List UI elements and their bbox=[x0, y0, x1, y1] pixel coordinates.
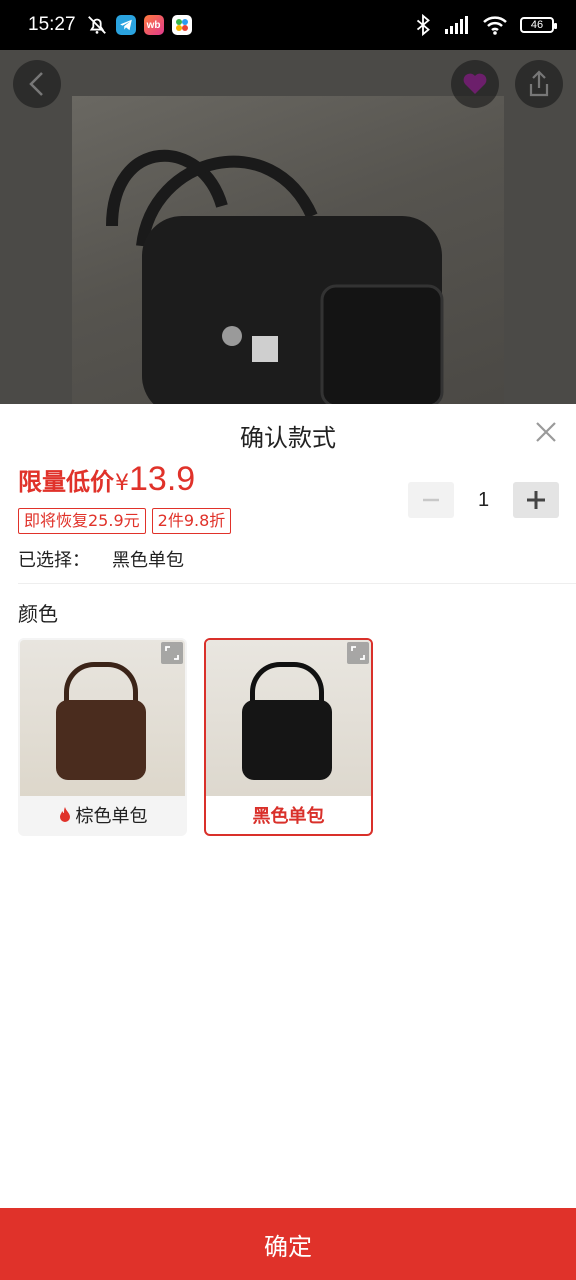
heart-icon bbox=[463, 73, 487, 94]
share-icon bbox=[529, 70, 549, 97]
plus-icon bbox=[527, 491, 545, 509]
selected-prefix: 已选择： bbox=[18, 550, 90, 571]
promo-tag: 2件9.8折 bbox=[151, 508, 232, 534]
option-label: 棕色单包 bbox=[20, 796, 185, 834]
status-notification-icons: wb bbox=[86, 14, 192, 36]
chevron-left-icon bbox=[29, 72, 43, 96]
promo-tag: 即将恢复25.9元 bbox=[18, 508, 146, 534]
price-label: 限量低价 bbox=[18, 468, 114, 496]
minus-icon bbox=[423, 498, 439, 502]
back-button[interactable] bbox=[13, 60, 61, 108]
selected-summary: 已选择： 黑色单包 bbox=[18, 546, 184, 572]
decrease-button[interactable] bbox=[408, 482, 454, 518]
wifi-icon bbox=[483, 16, 507, 35]
color-option-black[interactable]: 黑色单包 bbox=[204, 638, 373, 836]
telegram-icon bbox=[115, 15, 136, 35]
option-label-text: 棕色单包 bbox=[75, 806, 148, 827]
status-system-icons: 46 bbox=[414, 14, 557, 36]
quantity-stepper: 1 bbox=[408, 482, 559, 518]
selected-value: 黑色单包 bbox=[112, 550, 184, 571]
status-bar: 15:27 wb 46 bbox=[0, 0, 576, 50]
option-label: 黑色单包 bbox=[206, 796, 371, 834]
price-row: 限量低价 ¥ 13.9 bbox=[18, 460, 195, 499]
option-label-text: 黑色单包 bbox=[252, 806, 325, 827]
mute-alarm-icon bbox=[87, 16, 106, 34]
price-currency: ¥ bbox=[115, 471, 129, 496]
product-backdrop[interactable] bbox=[0, 50, 576, 404]
confirm-button[interactable]: 确定 bbox=[0, 1208, 576, 1280]
quantity-value[interactable]: 1 bbox=[454, 489, 513, 512]
divider bbox=[18, 583, 576, 584]
close-icon bbox=[536, 422, 556, 442]
increase-button[interactable] bbox=[513, 482, 559, 518]
app-icon bbox=[171, 15, 192, 35]
color-section-label: 颜色 bbox=[18, 602, 58, 626]
signal-icon bbox=[445, 16, 468, 34]
favorite-button[interactable] bbox=[451, 60, 499, 108]
status-time: 15:27 bbox=[28, 14, 76, 35]
fire-icon bbox=[59, 807, 70, 822]
sku-selection-sheet: 确认款式 限量低价 ¥ 13.9 即将恢复25.9元 2件9.8折 1 已选择：… bbox=[0, 404, 576, 1280]
bag-graphic bbox=[242, 700, 332, 780]
sheet-title: 确认款式 bbox=[240, 424, 336, 452]
option-image bbox=[20, 640, 185, 796]
price-value: 13.9 bbox=[129, 460, 196, 498]
close-button[interactable] bbox=[532, 418, 560, 446]
color-option-brown[interactable]: 棕色单包 bbox=[18, 638, 187, 836]
promo-tags: 即将恢复25.9元 2件9.8折 bbox=[18, 508, 232, 534]
bag-graphic bbox=[56, 700, 146, 780]
color-options: 棕色单包 黑色单包 bbox=[18, 638, 373, 836]
weibo-icon: wb bbox=[143, 15, 164, 35]
product-hero-image bbox=[72, 96, 504, 404]
expand-icon[interactable] bbox=[161, 642, 183, 664]
bluetooth-icon bbox=[416, 14, 430, 36]
option-image bbox=[206, 640, 371, 796]
battery-level: 46 bbox=[530, 19, 544, 31]
expand-icon[interactable] bbox=[347, 642, 369, 664]
battery-icon: 46 bbox=[520, 17, 557, 33]
share-button[interactable] bbox=[515, 60, 563, 108]
